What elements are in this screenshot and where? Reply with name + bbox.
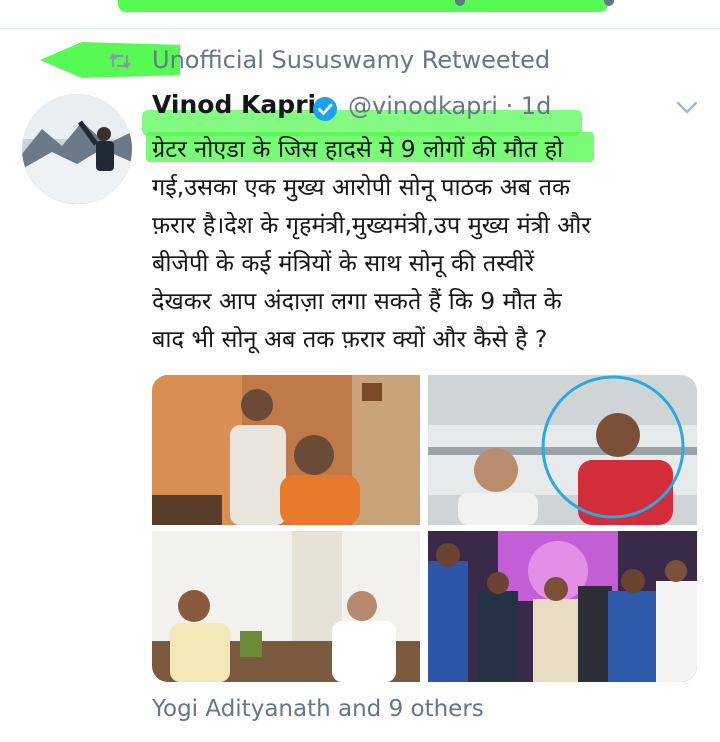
tweet-text-line: बीजेपी के कई मंत्रियों के साथ सोनू की तस… [152,249,535,277]
photo-1[interactable] [152,375,420,525]
tweet-text-line: देखकर आप अंदाज़ा लगा सकते हैं कि 9 मौत क… [152,287,562,315]
avatar[interactable] [22,94,132,204]
tweet-text-line: ग्रेटर नोएडा के जिस हादसे मे 9 लोगों की … [152,135,564,163]
photo-4[interactable] [428,531,697,682]
action-icon-edge [604,0,614,6]
previous-tweet-edge [0,0,720,29]
author-handle-time[interactable]: @vinodkapri · 1d [348,92,551,120]
verified-badge-icon [313,97,337,121]
marker-highlight [118,0,608,12]
tweet-text-line: गई,उसका एक मुख्य आरोपी सोनू पाठक अब तक [152,173,571,201]
photo-2[interactable] [428,375,697,525]
tweet-text-line: बाद भी सोनू अब तक फ़रार क्यों और कैसे है… [152,325,548,353]
tweet-text-line: फ़रार है।देश के गृहमंत्री,मुख्यमंत्री,उप… [152,211,591,239]
chevron-down-icon[interactable] [676,100,698,116]
author-name[interactable]: Vinod Kapri [152,90,316,119]
media-grid [152,375,697,682]
retweet-icon [109,53,131,69]
tweet-text: ग्रेटर नोएडा के जिस हादसे मे 9 लोगों की … [152,130,704,358]
photo-3[interactable] [152,531,420,682]
liked-by-text[interactable]: Yogi Adityanath and 9 others [152,696,484,722]
retweet-context[interactable]: Unofficial Sususwamy Retweeted [40,40,560,84]
retweet-label: Unofficial Sususwamy Retweeted [152,46,551,74]
